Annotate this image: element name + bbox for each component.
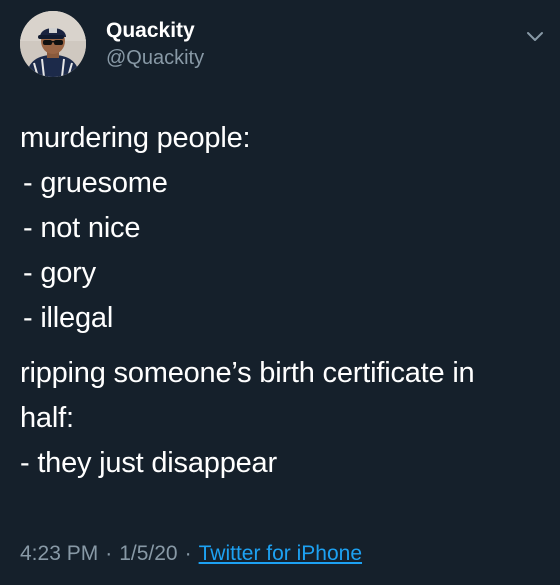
tweet-line: - illegal — [23, 302, 114, 334]
author-block[interactable]: Quackity @Quackity — [106, 18, 204, 71]
tweet-paragraph: ripping someone’s birth certificate in h… — [20, 351, 545, 486]
tweet-line: half: — [20, 402, 74, 434]
tweet-line: murdering people: — [20, 122, 251, 154]
meta-separator: · — [105, 542, 113, 565]
tweet-metadata: 4:23 PM · 1/5/20 · Twitter for iPhone — [20, 540, 362, 568]
tweet-text: murdering people: - gruesome - not nice … — [20, 116, 545, 486]
avatar[interactable] — [20, 11, 86, 77]
chevron-down-icon[interactable] — [524, 25, 546, 47]
tweet-line: - not nice — [23, 212, 141, 244]
author-handle[interactable]: @Quackity — [106, 45, 204, 71]
meta-separator: · — [184, 542, 192, 565]
tweet-source-link[interactable]: Twitter for iPhone — [199, 542, 362, 565]
tweet-line: - they just disappear — [20, 447, 277, 479]
profile-photo-icon — [20, 11, 86, 77]
tweet-line: ripping someone’s birth certificate in — [20, 357, 475, 389]
tweet-card: Quackity @Quackity murdering people: - g… — [0, 0, 560, 585]
author-display-name[interactable]: Quackity — [106, 18, 204, 44]
tweet-line: - gory — [23, 257, 96, 289]
tweet-time[interactable]: 4:23 PM — [20, 542, 98, 565]
tweet-line: - gruesome — [23, 167, 168, 199]
tweet-paragraph: murdering people: - gruesome - not nice … — [20, 116, 545, 341]
tweet-date[interactable]: 1/5/20 — [119, 542, 177, 565]
